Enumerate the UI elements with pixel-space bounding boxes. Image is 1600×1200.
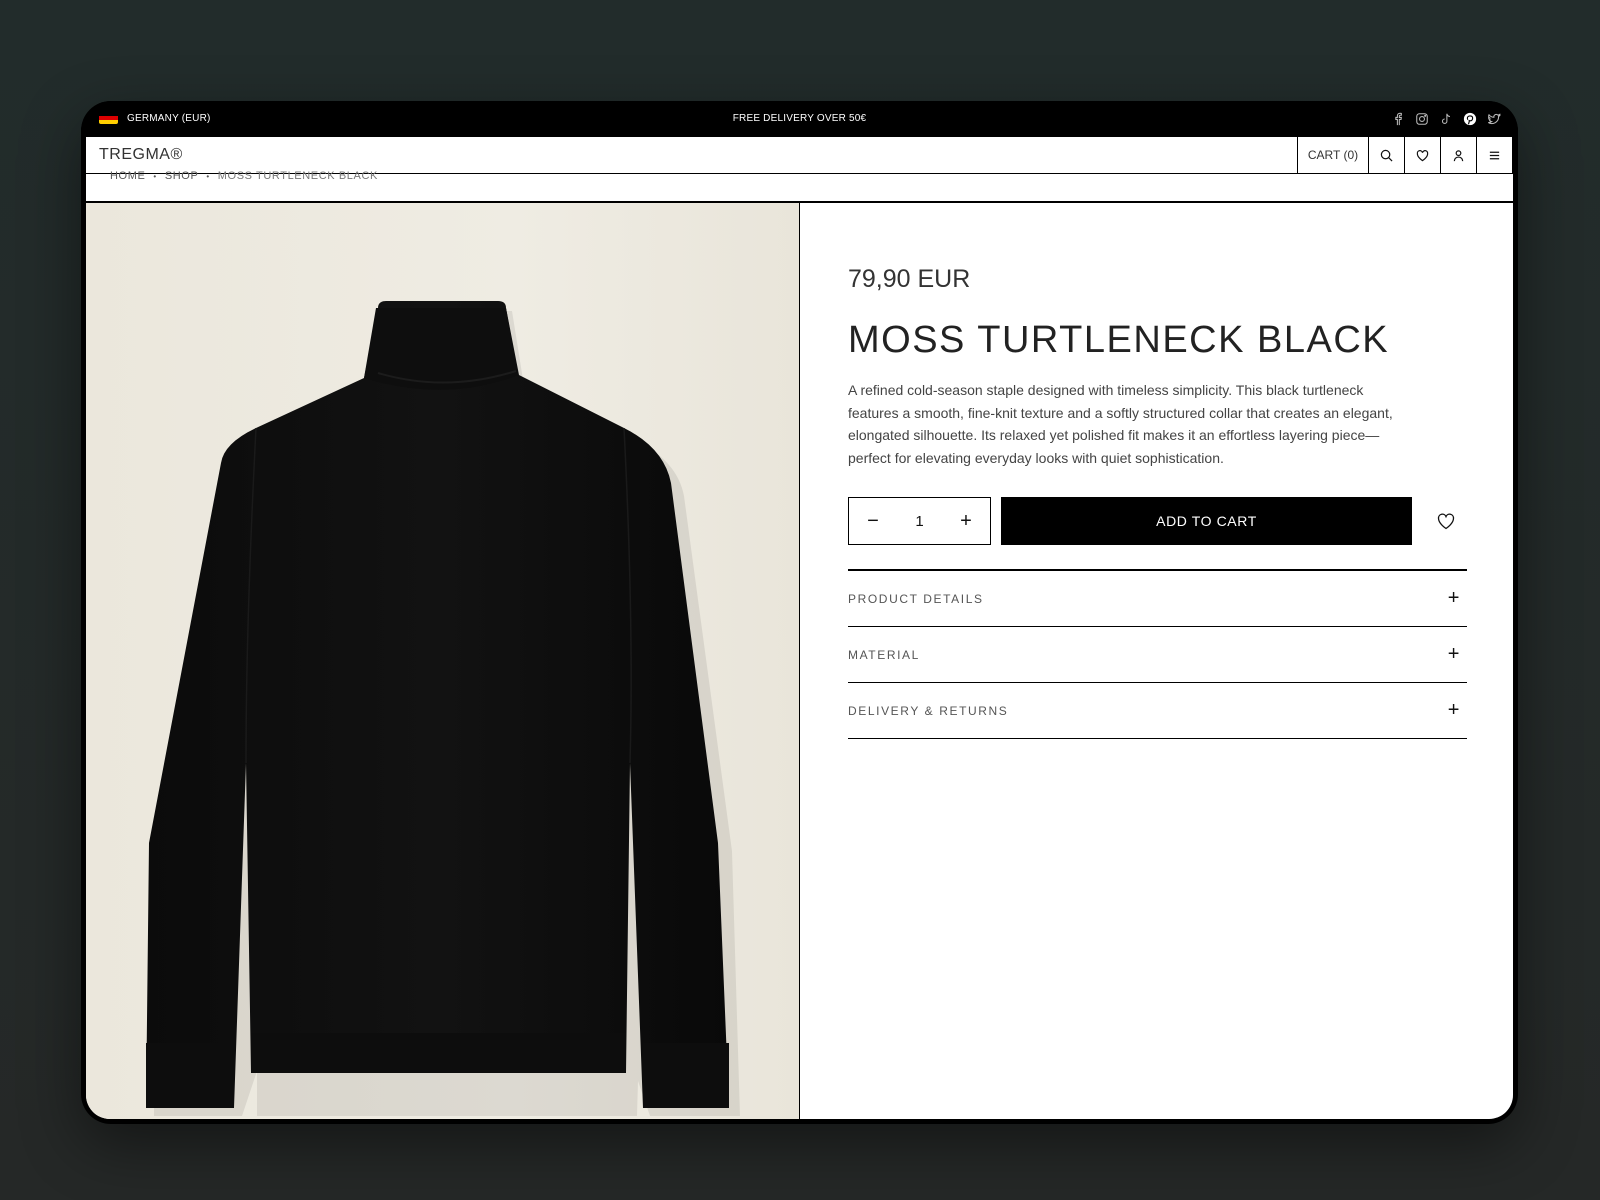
product-accordion: PRODUCT DETAILS + MATERIAL + DELIVERY & … [848, 569, 1467, 739]
brand-logo[interactable]: TREGMA® [99, 146, 183, 164]
tiktok-icon[interactable] [1438, 111, 1454, 127]
search-button[interactable] [1368, 137, 1404, 173]
breadcrumb-home[interactable]: HOME [110, 171, 145, 181]
social-links [1390, 111, 1502, 127]
announcement-bar: GERMANY (EUR) FREE DELIVERY OVER 50€ [81, 101, 1518, 137]
facebook-icon[interactable] [1390, 111, 1406, 127]
accordion-delivery-returns[interactable]: DELIVERY & RETURNS + [848, 683, 1467, 739]
accordion-label: MATERIAL [848, 647, 920, 662]
turtleneck-sweater-image [146, 301, 740, 1116]
accordion-label: PRODUCT DETAILS [848, 591, 984, 606]
account-button[interactable] [1440, 137, 1476, 173]
cart-button[interactable]: CART (0) [1297, 137, 1368, 173]
header-actions: CART (0) [1297, 137, 1513, 173]
add-to-wishlist-button[interactable] [1434, 509, 1458, 533]
quantity-stepper: − 1 + [848, 497, 991, 545]
promo-text: FREE DELIVERY OVER 50€ [732, 113, 867, 124]
hamburger-menu-icon [1489, 151, 1500, 159]
wishlist-button[interactable] [1404, 137, 1440, 173]
search-icon [1380, 149, 1393, 161]
plus-icon: + [1447, 699, 1461, 721]
menu-button[interactable] [1476, 137, 1513, 173]
breadcrumb-current: MOSS TURTLENECK BLACK [217, 171, 378, 181]
product-page: TREGMA® CART (0) HOME • SHOP • MOSS TURT… [86, 137, 1513, 1119]
quantity-value[interactable]: 1 [915, 513, 923, 530]
add-to-cart-button[interactable]: ADD TO CART [1001, 497, 1412, 545]
twitter-icon[interactable] [1486, 111, 1502, 127]
site-header: TREGMA® CART (0) [86, 137, 1513, 174]
breadcrumb-separator: • [206, 171, 210, 181]
breadcrumb: HOME • SHOP • MOSS TURTLENECK BLACK [110, 171, 378, 181]
device-frame: GERMANY (EUR) FREE DELIVERY OVER 50€ TRE… [81, 101, 1518, 1124]
product-image[interactable] [86, 203, 800, 1119]
decrease-quantity-button[interactable]: − [855, 503, 891, 539]
plus-icon: + [1447, 587, 1461, 609]
instagram-icon[interactable] [1414, 111, 1430, 127]
accordion-material[interactable]: MATERIAL + [848, 627, 1467, 683]
breadcrumb-shop[interactable]: SHOP [165, 171, 199, 181]
breadcrumb-separator: • [153, 171, 157, 181]
product-price: 79,90 EUR [848, 265, 971, 293]
product-title: MOSS TURTLENECK BLACK [848, 319, 1390, 361]
accordion-label: DELIVERY & RETURNS [848, 703, 1009, 718]
product-description: A refined cold-season staple designed wi… [848, 382, 1393, 466]
plus-icon: + [1447, 643, 1461, 665]
accordion-product-details[interactable]: PRODUCT DETAILS + [848, 571, 1467, 627]
heart-icon [1437, 513, 1455, 530]
pinterest-icon[interactable] [1462, 111, 1478, 127]
increase-quantity-button[interactable]: + [948, 503, 984, 539]
heart-icon [1416, 149, 1429, 161]
user-icon [1453, 149, 1464, 161]
